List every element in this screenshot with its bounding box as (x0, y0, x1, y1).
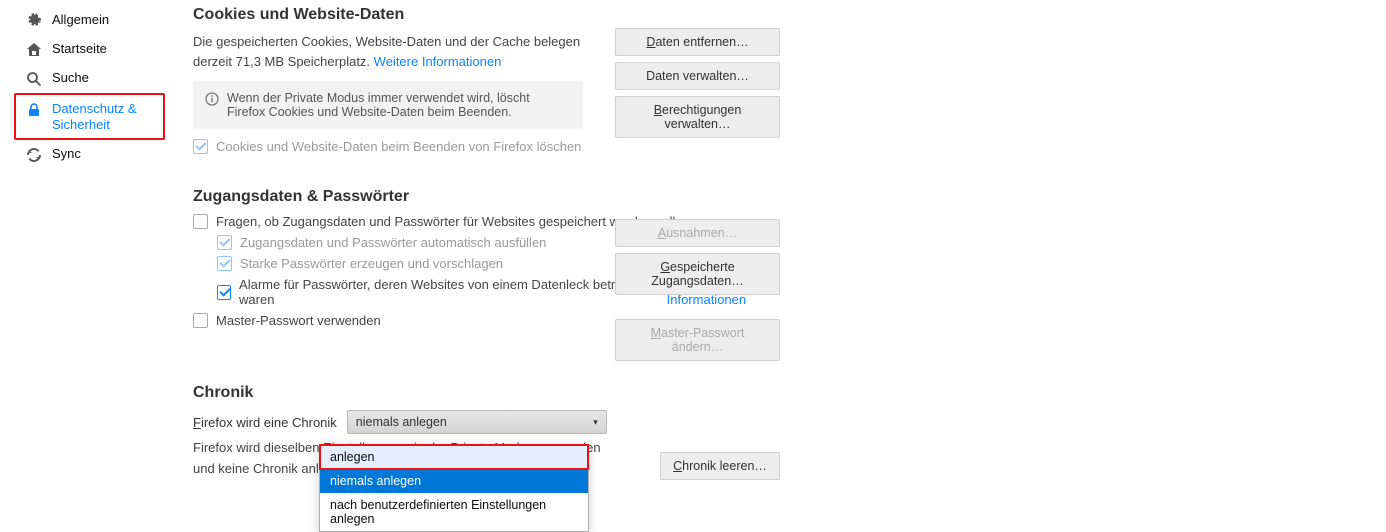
ask-save-checkbox[interactable] (193, 214, 208, 229)
chronik-title: Chronik (193, 384, 785, 402)
gear-icon (26, 13, 42, 29)
private-mode-info: Wenn der Private Modus immer verwendet w… (193, 81, 583, 129)
clear-history-button[interactable]: Chronik leeren… (660, 452, 780, 480)
sidebar-item-sync[interactable]: Sync (22, 140, 175, 169)
sidebar-item-startseite[interactable]: Startseite (22, 35, 175, 64)
cookies-more-info-link[interactable]: Weitere Informationen (374, 54, 502, 69)
master-pw-label: Master-Passwort verwenden (216, 313, 381, 328)
cookies-desc: Die gespeicherten Cookies, Website-Daten… (193, 32, 603, 71)
cookies-title: Cookies und Website-Daten (193, 6, 785, 24)
delete-on-close-checkbox (193, 139, 208, 154)
delete-on-close-row: Cookies und Website-Daten beim Beenden v… (193, 139, 785, 154)
breach-label: Alarme für Passwörter, deren Websites vo… (239, 277, 651, 307)
breach-checkbox[interactable] (217, 285, 231, 300)
sync-icon (26, 147, 42, 163)
lock-icon (26, 102, 42, 118)
chronik-option-niemals[interactable]: niemals anlegen (320, 469, 588, 493)
strong-pw-checkbox (217, 256, 232, 271)
chronik-select[interactable]: niemals anlegen ▾ (347, 410, 607, 434)
autofill-checkbox (217, 235, 232, 250)
strong-pw-label: Starke Passwörter erzeugen und vorschlag… (240, 256, 503, 271)
sidebar-item-allgemein[interactable]: Allgemein (22, 6, 175, 35)
autofill-label: Zugangsdaten und Passwörter automatisch … (240, 235, 546, 250)
chronik-option-benutzerdefiniert[interactable]: nach benutzerdefinierten Einstellungen a… (320, 493, 588, 531)
sidebar-item-datenschutz[interactable]: Datenschutz & Sicherheit (14, 93, 165, 140)
chronik-dropdown: anlegen niemals anlegen nach benutzerdef… (319, 444, 589, 532)
info-icon (205, 92, 219, 106)
master-pw-checkbox[interactable] (193, 313, 208, 328)
sidebar-item-label: Allgemein (52, 12, 109, 28)
sidebar-item-label: Datenschutz & Sicherheit (52, 101, 155, 132)
manage-permissions-button[interactable]: Berechtigungen verwalten… (615, 96, 780, 138)
change-master-pw-button: Master-Passwort ändern… (615, 319, 780, 361)
sidebar-item-label: Sync (52, 146, 81, 162)
chronik-label: Firefox wird eine Chronik (193, 415, 337, 430)
logins-title: Zugangsdaten & Passwörter (193, 188, 785, 206)
manage-data-button[interactable]: Daten verwalten… (615, 62, 780, 90)
chevron-down-icon: ▾ (593, 417, 598, 428)
sidebar-item-label: Startseite (52, 41, 107, 57)
remove-data-button[interactable]: Daten entfernen… (615, 28, 780, 56)
delete-on-close-label: Cookies und Website-Daten beim Beenden v… (216, 139, 581, 154)
sidebar-item-suche[interactable]: Suche (22, 64, 175, 93)
exceptions-button: Ausnahmen… (615, 219, 780, 247)
sidebar-item-label: Suche (52, 70, 89, 86)
search-icon (26, 71, 42, 87)
chronik-option-anlegen[interactable]: anlegen (320, 445, 588, 469)
home-icon (26, 42, 42, 58)
saved-logins-button[interactable]: Gespeicherte Zugangsdaten… (615, 253, 780, 295)
